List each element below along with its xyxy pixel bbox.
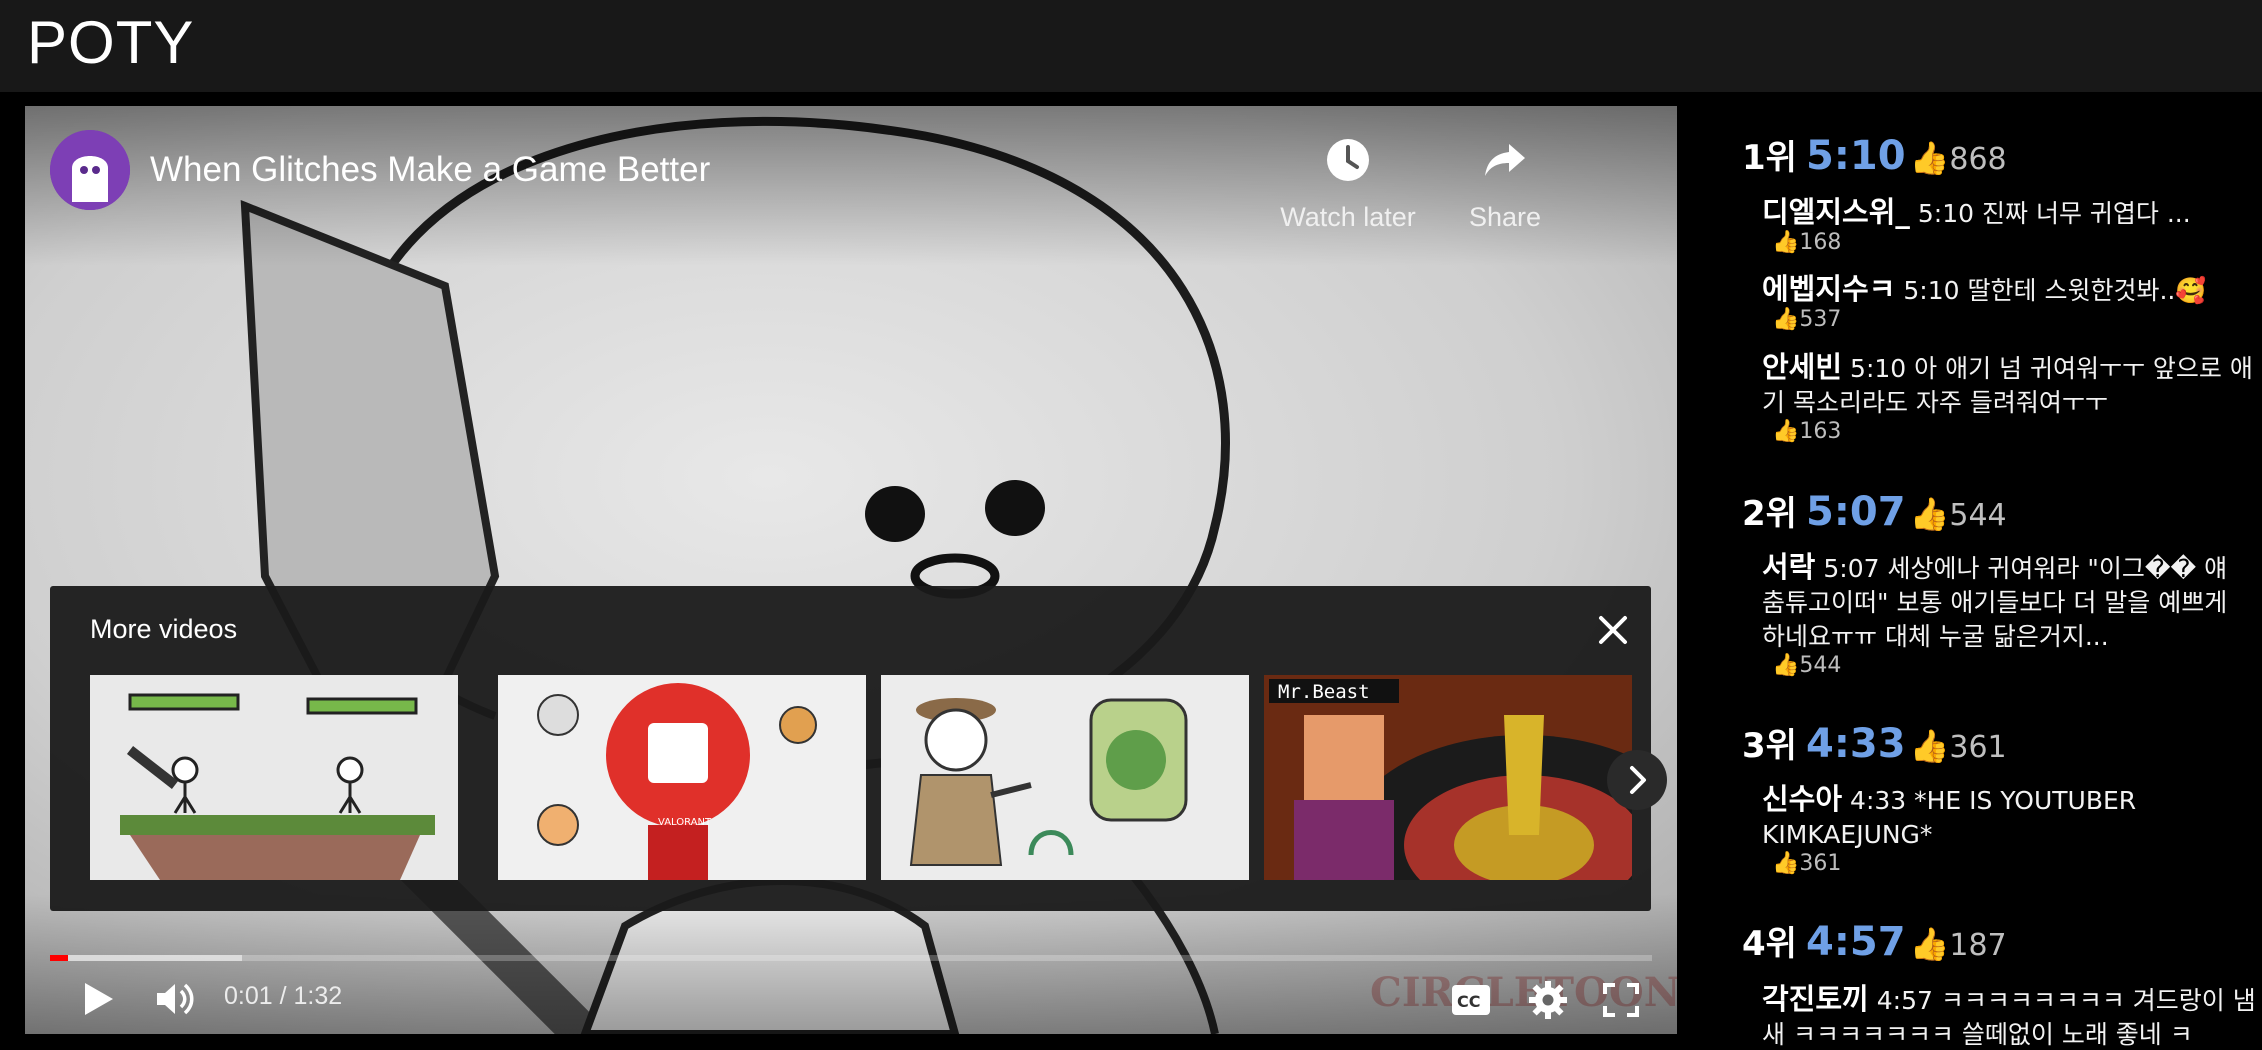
video-thumbnail-1[interactable] — [90, 675, 458, 880]
comment-item: 안세빈 5:10 아 애기 넘 귀여워ㅜㅜ 앞으로 애기 목소리라도 자주 들려줘… — [1762, 350, 2256, 444]
more-videos-panel: More videos VALORANT Mr.Beast — [50, 586, 1667, 911]
close-icon[interactable] — [1595, 612, 1631, 648]
video-thumbnail-3[interactable] — [881, 675, 1249, 880]
duration: 1:32 — [293, 982, 343, 1010]
thumbs-up-icon: 👍 — [1772, 851, 1800, 876]
chevron-right-icon — [1630, 766, 1646, 794]
cc-icon[interactable]: CC — [1451, 984, 1491, 1016]
rank-likes: 868 — [1949, 142, 2007, 177]
ranking-panel: 1위 5:10 👍868 디엘지스위_ 5:10 진짜 너무 귀엽다 ... 👍16… — [1700, 92, 2262, 1050]
channel-avatar[interactable] — [50, 130, 130, 210]
comment-likes-count: 544 — [1799, 653, 1842, 678]
progress-buffered — [50, 955, 243, 961]
valorant-badge: VALORANT — [658, 817, 712, 828]
video-thumbnail-2[interactable]: VALORANT — [498, 675, 866, 880]
comment-likes: 👍168 — [1772, 231, 2256, 255]
volume-icon[interactable] — [153, 979, 201, 1019]
comment-author[interactable]: 디엘지스위_ — [1762, 195, 1910, 229]
mrbeast-badge: Mr.Beast — [1278, 681, 1370, 703]
video-title[interactable]: When Glitches Make a Game Better — [150, 150, 710, 190]
comment-likes: 👍544 — [1772, 654, 2256, 678]
svg-text:CC: CC — [1457, 992, 1480, 1011]
comment-item: 서락 5:07 세상에나 귀여워라 "이그�� 얘 춤튜고이떠" 보통 애기들보다… — [1762, 550, 2256, 678]
comment-item: 디엘지스위_ 5:10 진짜 너무 귀엽다 ... 👍168 — [1762, 195, 2256, 255]
thumbs-up-icon: 👍 — [1772, 419, 1800, 444]
ghost-avatar-icon — [50, 130, 130, 210]
rank-likes: 361 — [1949, 730, 2007, 765]
current-time: 0:01 — [224, 982, 273, 1010]
rank-header-1: 1위 5:10 👍868 — [1742, 130, 2007, 179]
comment-author[interactable]: 신수아 — [1762, 782, 1842, 816]
rank-likes: 187 — [1949, 928, 2007, 963]
rank-label: 3위 — [1742, 726, 1797, 766]
rank-timestamp[interactable]: 4:57 — [1806, 919, 1906, 965]
comment-likes-count: 168 — [1799, 230, 1842, 255]
settings-icon[interactable] — [1528, 980, 1568, 1020]
share-label: Share — [1468, 202, 1542, 232]
rank-timestamp[interactable]: 4:33 — [1806, 721, 1906, 767]
rank-label: 2위 — [1742, 494, 1797, 534]
comment-likes: 👍537 — [1772, 308, 2256, 332]
thumbs-up-icon: 👍 — [1772, 653, 1800, 678]
rank-timestamp[interactable]: 5:10 — [1806, 133, 1906, 179]
rank-label: 1위 — [1742, 138, 1797, 178]
fullscreen-icon[interactable] — [1602, 982, 1640, 1018]
thumbs-up-icon: 👍 — [1772, 307, 1800, 332]
comment-item: 에벱지수ㅋ 5:10 딸한테 스윗한것봐..🥰 👍537 — [1762, 272, 2256, 332]
comment-author[interactable]: 에벱지수ㅋ — [1762, 272, 1895, 306]
thumbs-up-icon: 👍 — [1772, 230, 1800, 255]
comment-likes: 👍361 — [1772, 852, 2256, 876]
comment-text: 5:10 진짜 너무 귀엽다 ... — [1917, 199, 2191, 228]
comment-likes: 👍163 — [1772, 420, 2256, 444]
video-player[interactable]: CIRCLETOONSHD When Glitches Make a Game … — [25, 106, 1677, 1034]
share-button[interactable]: Share — [1425, 136, 1585, 233]
thumbs-up-icon: 👍 — [1909, 495, 1950, 533]
play-icon[interactable] — [77, 979, 117, 1019]
bottom-gradient — [25, 894, 1677, 1034]
comment-author[interactable]: 안세빈 — [1762, 350, 1842, 384]
thumbnail-image: Mr.Beast — [1264, 675, 1632, 880]
time-separator: / — [272, 982, 294, 1010]
progress-bar[interactable] — [50, 955, 1652, 961]
thumbnail-image — [881, 675, 1249, 880]
rank-header-4: 4위 4:57 👍187 — [1742, 916, 2007, 965]
comment-text: 5:07 세상에나 귀여워라 "이그�� 얘 춤튜고이떠" 보통 애기들보다 더… — [1762, 554, 2228, 651]
comment-text: 5:10 딸한테 스윗한것봐..🥰 — [1903, 276, 2207, 305]
rank-label: 4위 — [1742, 924, 1797, 964]
comment-likes-count: 163 — [1799, 419, 1842, 444]
rank-timestamp[interactable]: 5:07 — [1806, 489, 1906, 535]
progress-played — [50, 955, 68, 961]
comment-item: 신수아 4:33 *HE IS YOUTUBER KIMKAEJUNG* 👍361 — [1762, 782, 2256, 876]
thumbnail-image — [90, 675, 458, 880]
rank-likes: 544 — [1949, 498, 2007, 533]
time-display: 0:01 / 1:32 — [224, 982, 342, 1011]
share-icon — [1485, 144, 1525, 176]
next-videos-button[interactable] — [1607, 750, 1667, 810]
comment-likes-count: 537 — [1799, 307, 1842, 332]
comment-author[interactable]: 각진토끼 — [1762, 982, 1869, 1016]
clock-icon — [1327, 139, 1369, 181]
watch-later-label: Watch later — [1280, 202, 1416, 232]
thumbs-up-icon: 👍 — [1909, 925, 1950, 963]
thumbnail-image: VALORANT — [498, 675, 866, 880]
more-videos-title: More videos — [90, 614, 238, 644]
app-title: POTY — [27, 9, 195, 76]
video-thumbnail-4[interactable]: Mr.Beast — [1264, 675, 1632, 880]
comment-likes-count: 361 — [1799, 851, 1842, 876]
comment-item: 각진토끼 4:57 ㅋㅋㅋㅋㅋㅋㅋㅋ 겨드랑이 냄새 ㅋㅋㅋㅋㅋㅋㅋ 쓸떼없이 노… — [1762, 982, 2256, 1050]
thumbs-up-icon: 👍 — [1909, 727, 1950, 765]
top-bar: POTY — [0, 0, 2262, 92]
thumbs-up-icon: 👍 — [1909, 139, 1950, 177]
watch-later-button[interactable]: Watch later — [1268, 136, 1428, 233]
rank-header-3: 3위 4:33 👍361 — [1742, 718, 2007, 767]
rank-header-2: 2위 5:07 👍544 — [1742, 486, 2007, 535]
comment-author[interactable]: 서락 — [1762, 550, 1815, 584]
